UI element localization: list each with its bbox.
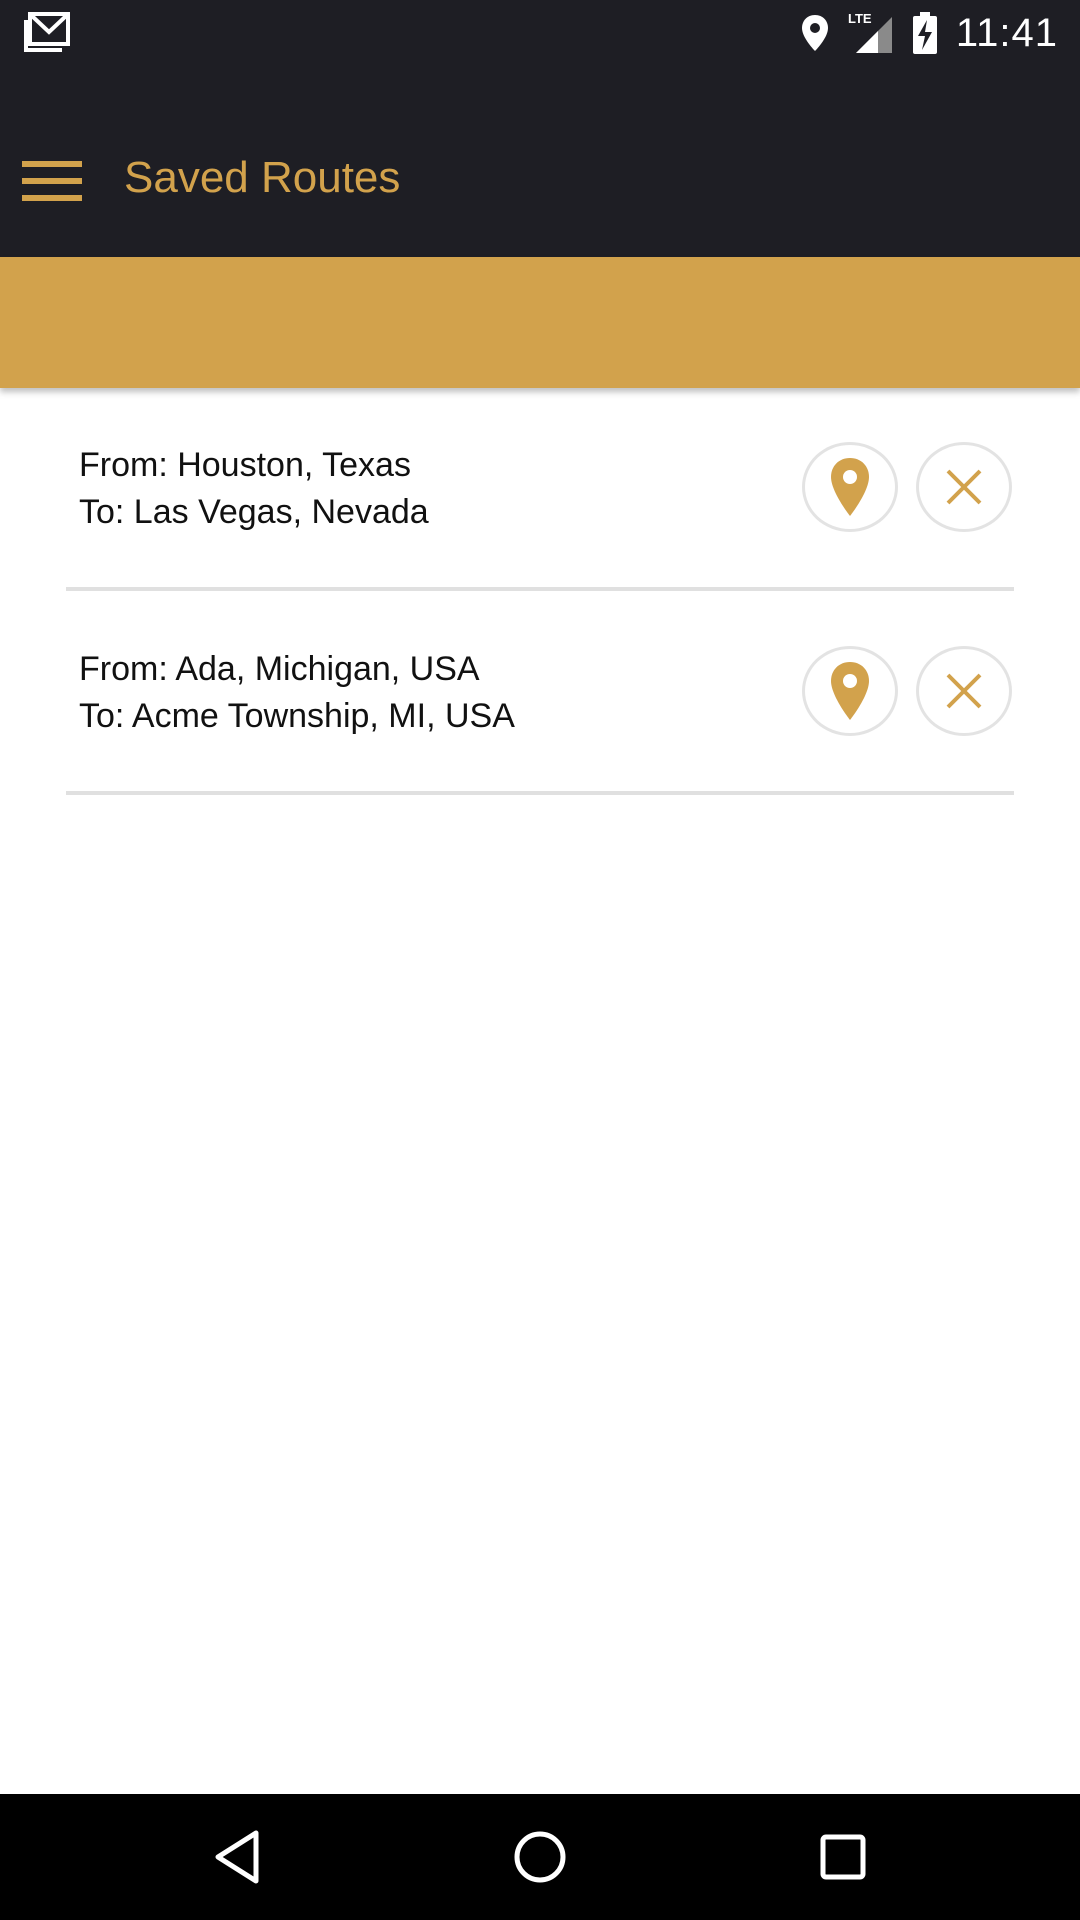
- route-to: To: Acme Township, MI, USA: [79, 697, 515, 735]
- home-icon: [514, 1831, 566, 1883]
- map-pin-icon: [831, 662, 869, 720]
- delete-route-button[interactable]: [916, 646, 1012, 736]
- list-divider: [66, 587, 1014, 591]
- location-icon: [801, 15, 828, 51]
- menu-button[interactable]: [22, 159, 88, 209]
- accent-banner: [0, 257, 1080, 388]
- route-to: To: Las Vegas, Nevada: [79, 493, 429, 531]
- route-item[interactable]: From: Houston, Texas To: Las Vegas, Neva…: [66, 388, 1014, 591]
- close-icon: [946, 469, 982, 505]
- back-icon: [215, 1830, 259, 1884]
- gmail-icon: [24, 12, 70, 52]
- back-button[interactable]: [202, 1822, 272, 1892]
- recents-icon: [820, 1834, 866, 1880]
- home-button[interactable]: [505, 1822, 575, 1892]
- status-icons: LTE 11:41: [800, 0, 1058, 66]
- system-nav-bar: [0, 1794, 1080, 1920]
- app-toolbar: Saved Routes: [0, 66, 1080, 257]
- status-bar: LTE 11:41: [0, 0, 1080, 66]
- route-from: From: Houston, Texas: [79, 446, 411, 484]
- lte-signal-icon: LTE: [848, 11, 892, 53]
- screen: LTE 11:41 Saved Routes From: Houston, Te…: [0, 0, 1080, 1920]
- svg-text:LTE: LTE: [848, 11, 872, 26]
- battery-charging-icon: [912, 12, 937, 54]
- page-title: Saved Routes: [124, 153, 401, 202]
- show-route-on-map-button[interactable]: [802, 646, 898, 736]
- status-time: 11:41: [955, 10, 1058, 55]
- map-pin-icon: [831, 458, 869, 516]
- delete-route-button[interactable]: [916, 442, 1012, 532]
- route-from: From: Ada, Michigan, USA: [79, 650, 480, 688]
- hamburger-menu-icon: [22, 161, 82, 201]
- list-divider: [66, 791, 1014, 795]
- route-item[interactable]: From: Ada, Michigan, USA To: Acme Townsh…: [66, 592, 1014, 795]
- close-icon: [946, 673, 982, 709]
- show-route-on-map-button[interactable]: [802, 442, 898, 532]
- recents-button[interactable]: [808, 1822, 878, 1892]
